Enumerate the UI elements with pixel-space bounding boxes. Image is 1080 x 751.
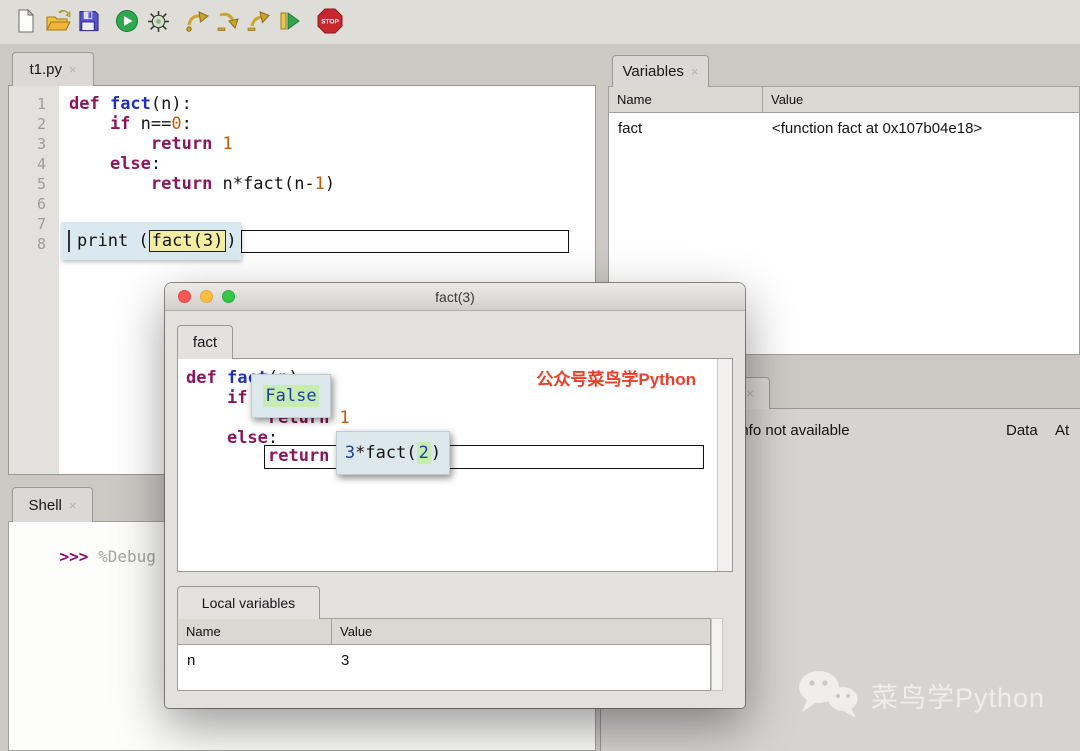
open-folder-icon (45, 9, 72, 33)
debug-frame-window[interactable]: fact(3) fact def fact(n): if n==0: retur… (165, 283, 745, 708)
resume-icon (278, 10, 302, 32)
cell-value: 3 (332, 652, 349, 669)
column-header-value[interactable]: Value (332, 619, 380, 644)
eval-mid: *fact( (355, 443, 416, 463)
shell-prompt: >>> (60, 547, 89, 566)
code-line (69, 194, 595, 214)
condition-value: False (263, 385, 318, 407)
zoom-window-button[interactable] (222, 290, 235, 303)
popup-titlebar[interactable]: fact(3) (165, 283, 745, 311)
cell-name: fact (609, 120, 763, 137)
footer-watermark-text: 菜鸟学Python (871, 676, 1045, 715)
step-out-icon (246, 11, 273, 32)
inspector-message: info not available (737, 422, 850, 439)
run-button[interactable] (113, 7, 141, 35)
table-row[interactable]: n3 (178, 645, 710, 669)
tab-variables-label: Variables (622, 63, 683, 80)
eval-pre: 3 (345, 443, 355, 463)
tab-local-variables-label: Local variables (202, 595, 295, 611)
new-file-icon (14, 8, 38, 34)
popup-title: fact(3) (435, 289, 475, 305)
resume-button[interactable] (276, 7, 304, 35)
tab-t1py[interactable]: t1.py × (12, 52, 94, 86)
line-number: 1 (9, 94, 59, 114)
eval-post: ) (431, 443, 441, 463)
column-header-name[interactable]: Name (609, 87, 763, 112)
stop-icon: STOP (317, 8, 343, 34)
tab-close-icon[interactable]: × (69, 498, 77, 513)
inspector-attributes-tab[interactable]: At (1055, 422, 1069, 439)
save-file-button[interactable] (74, 7, 102, 35)
stop-button[interactable]: STOP (316, 7, 344, 35)
code-line: def fact(n): (69, 94, 595, 114)
step-over-button[interactable] (184, 7, 212, 35)
run-icon (115, 9, 139, 33)
close-window-button[interactable] (178, 290, 191, 303)
active-statement-box: print (fact(3)) (61, 222, 241, 260)
variables-table-header: Name Value (608, 86, 1080, 113)
code-line: else: (69, 154, 595, 174)
text-cursor (68, 230, 70, 252)
footer-watermark: 菜鸟学Python (795, 668, 1045, 722)
step-out-button[interactable] (245, 7, 273, 35)
debug-bug-icon (146, 9, 171, 34)
step-over-icon (185, 11, 212, 32)
table-row[interactable]: fact<function fact at 0x107b04e18> (609, 113, 1079, 137)
code-line: return 1 (69, 134, 595, 154)
cell-value: <function fact at 0x107b04e18> (763, 120, 982, 137)
red-watermark: 公众号菜鸟学Python (536, 365, 696, 390)
scrollbar[interactable] (711, 618, 723, 691)
save-icon (77, 9, 100, 33)
code-line: return n*fact(n-1) (69, 174, 595, 194)
active-statement-box: return (264, 445, 704, 469)
svg-text:STOP: STOP (321, 19, 339, 26)
statement-keyword: return (268, 446, 329, 466)
condition-value-tooltip: False (251, 374, 331, 418)
locals-table-body[interactable]: n3 (177, 645, 711, 691)
statement-prefix: print ( (77, 231, 149, 251)
popup-code-area[interactable]: def fact(n): if n==0: return 1 else: 公众号… (177, 358, 733, 572)
line-number: 6 (9, 194, 59, 214)
step-into-icon (216, 11, 243, 32)
debug-button[interactable] (144, 7, 172, 35)
tab-local-variables[interactable]: Local variables (177, 586, 320, 619)
tab-close-icon[interactable]: × (69, 62, 77, 77)
tab-close-icon[interactable]: × (746, 386, 754, 401)
new-file-button[interactable] (12, 7, 40, 35)
code-line: if n==0: (69, 114, 595, 134)
tab-shell-label: Shell (29, 497, 62, 514)
tab-variables[interactable]: Variables × (612, 55, 709, 87)
minimize-window-button[interactable] (200, 290, 213, 303)
tab-fact-frame[interactable]: fact (177, 325, 233, 359)
inspector-data-tab[interactable]: Data (1006, 422, 1038, 439)
evaluated-expression: fact(3) (149, 230, 227, 252)
line-number: 4 (9, 154, 59, 174)
scrollbar[interactable] (717, 359, 732, 571)
line-number: 3 (9, 134, 59, 154)
tab-fact-label: fact (193, 334, 217, 351)
tab-t1py-label: t1.py (29, 61, 62, 78)
tab-shell[interactable]: Shell × (12, 487, 93, 522)
statement-suffix: ) (226, 231, 236, 251)
step-into-button[interactable] (215, 7, 243, 35)
open-file-button[interactable] (44, 7, 72, 35)
line-number: 8 (9, 234, 59, 254)
cell-name: n (178, 652, 332, 669)
debug-statement-rect (241, 230, 569, 253)
app-window: { "colors": { "keyword": "#8e155c", "fun… (0, 0, 1080, 751)
expression-eval-tooltip: 3*fact(2) (336, 431, 450, 475)
line-number-gutter: 12345678 (9, 86, 59, 474)
tab-close-icon[interactable]: × (691, 64, 699, 79)
column-header-value[interactable]: Value (763, 87, 811, 112)
line-number: 7 (9, 214, 59, 234)
line-number: 2 (9, 114, 59, 134)
toolbar: STOP (0, 0, 1080, 44)
wechat-icon (795, 668, 861, 722)
eval-value: 2 (417, 442, 431, 464)
column-header-name[interactable]: Name (178, 619, 332, 644)
locals-table-header: Name Value (177, 618, 711, 645)
line-number: 5 (9, 174, 59, 194)
